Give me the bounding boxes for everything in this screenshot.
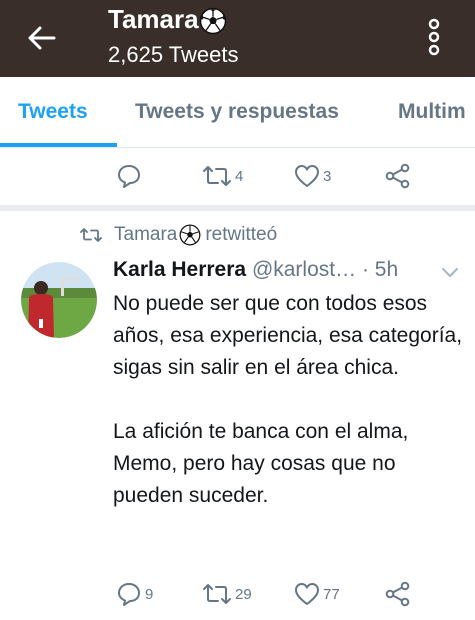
heart-icon — [295, 583, 319, 605]
retweet-count: 29 — [235, 585, 252, 603]
retweet-notice[interactable]: Tamara retwitteó — [80, 222, 277, 248]
share-icon — [385, 163, 410, 189]
retweet-count: 4 — [235, 167, 244, 185]
profile-header: Tamara 2,625 Tweets — [0, 0, 475, 77]
tweet-paragraph: La afición te banca con el alma, Memo, p… — [113, 420, 409, 507]
profile-name-text: Tamara — [108, 4, 199, 34]
vertical-dots-icon[interactable] — [424, 18, 444, 56]
author-name[interactable]: Karla Herrera — [113, 258, 246, 281]
author-handle[interactable]: @karlost… — [252, 258, 356, 281]
chevron-down-icon[interactable] — [440, 262, 460, 282]
profile-tabs: Tweets Tweets y respuestas Multim — [0, 77, 475, 148]
active-tab-indicator — [0, 143, 117, 147]
retweet-icon — [203, 166, 231, 186]
retweet-suffix: retwitteó — [205, 224, 278, 245]
retweet-small-icon — [80, 228, 102, 242]
tab-tweets[interactable]: Tweets — [18, 100, 88, 124]
share-button[interactable] — [385, 574, 411, 614]
soccer-ball-icon — [199, 7, 226, 35]
tweet-time: · 5h — [356, 258, 399, 281]
like-count: 3 — [323, 167, 332, 185]
reply-icon — [118, 165, 140, 188]
like-button[interactable]: 77 — [294, 574, 340, 614]
reply-button[interactable] — [116, 156, 145, 196]
tab-tweets-and-replies[interactable]: Tweets y respuestas — [135, 100, 339, 124]
retweet-button[interactable]: 4 — [202, 156, 243, 196]
tweet-paragraph: No puede ser que con todos esos años, es… — [113, 292, 463, 379]
prev-tweet-actions: 4 3 — [0, 156, 475, 196]
soccer-ball-icon — [179, 224, 201, 246]
arrow-left-icon[interactable] — [26, 22, 58, 54]
reply-count: 9 — [145, 585, 154, 603]
heart-icon — [295, 165, 319, 187]
tab-media[interactable]: Multim — [398, 100, 466, 124]
like-button[interactable]: 3 — [294, 156, 331, 196]
tweet-actions: 9 29 77 — [0, 574, 475, 614]
like-count: 77 — [323, 585, 340, 603]
tweet-count: 2,625 Tweets — [108, 42, 239, 67]
retweeter-name: Tamara — [114, 224, 178, 245]
share-icon — [385, 581, 410, 607]
reply-icon — [118, 583, 140, 606]
profile-name: Tamara — [108, 4, 227, 35]
retweet-button[interactable]: 29 — [202, 574, 252, 614]
avatar[interactable] — [21, 262, 97, 338]
tweet-text: No puede ser que con todos esos años, es… — [113, 288, 463, 512]
share-button[interactable] — [385, 156, 411, 196]
reply-button[interactable]: 9 — [116, 574, 153, 614]
tweet-header: Karla Herrera @karlost… · 5h — [113, 258, 463, 286]
section-divider — [0, 205, 475, 211]
retweet-icon — [203, 584, 231, 604]
